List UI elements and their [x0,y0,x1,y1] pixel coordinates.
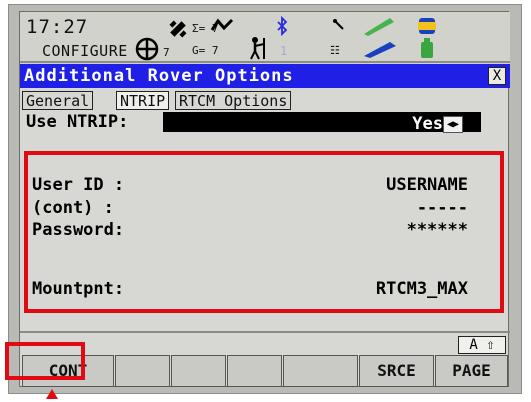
status-bar: 17:27 CONFIGURE 7 Σ= 7 G= 7 1 ☷ [20,12,510,64]
mountpoint-input[interactable]: RTCM3_MAX [376,279,468,299]
tab-bar: General NTRIP RTCM Options [20,89,510,111]
user-id-input[interactable]: USERNAME [386,175,468,195]
satellite-icon [169,20,187,38]
use-ntrip-label: Use NTRIP: [26,112,129,132]
f3-button[interactable] [171,355,226,387]
softkey-divider [20,331,510,333]
dialog-title: Additional Rover Options [24,66,294,86]
rover-icon [250,37,265,60]
input-mode-indicator: A ⇧ [458,336,506,354]
battery-icon [418,18,436,58]
password-label: Password: [32,220,125,240]
pointer-arrow [46,389,58,399]
left-right-arrows-icon[interactable]: ◀▶ [443,116,463,133]
device-frame: 17:27 CONFIGURE 7 Σ= 7 G= 7 1 ☷ Addition… [8,4,522,394]
use-ntrip-select[interactable]: Yes ◀▶ [163,112,481,134]
use-ntrip-row: Use NTRIP: Yes ◀▶ [20,110,510,134]
controller-screen: 17:27 CONFIGURE 7 Σ= 7 G= 7 1 ☷ Addition… [19,11,510,388]
dialog-titlebar: Additional Rover Options X [20,64,510,88]
mountpoint-label: Mountpnt: [32,279,125,299]
tab-general[interactable]: General [22,91,94,110]
f2-button[interactable] [115,355,170,387]
status-separator [20,61,510,63]
use-ntrip-value: Yes [412,114,443,134]
tab-rtcm-options[interactable]: RTCM Options [175,91,292,110]
satellite-count-left: 7 [163,46,170,59]
radio-icon [333,19,344,30]
cont-highlight [5,342,85,380]
bluetooth-icon [277,16,288,36]
user-id-label: User ID : [32,175,125,195]
user-id-cont-label: (cont) : [32,198,114,218]
close-button[interactable]: X [488,67,506,85]
pen-icon [364,18,394,36]
srce-button[interactable]: SRCE [359,355,434,387]
link-quality: ☷ [330,44,340,57]
f4-button[interactable] [227,355,282,387]
tab-ntrip[interactable]: NTRIP [116,91,170,110]
crosshair-icon [135,37,159,61]
mode-label: CONFIGURE [42,42,128,60]
stylus-icon [364,42,396,58]
signal-icon [210,18,234,31]
satellites-gps: G= 7 [192,44,219,57]
page-button[interactable]: PAGE [435,355,508,387]
antenna-count: 1 [280,44,288,58]
function-key-bar: CONT SRCE PAGE [20,355,510,388]
password-input[interactable]: ****** [407,220,468,240]
clock: 17:27 [26,16,89,38]
user-id-cont-input[interactable]: ----- [417,198,468,218]
f5-button[interactable] [283,355,358,387]
